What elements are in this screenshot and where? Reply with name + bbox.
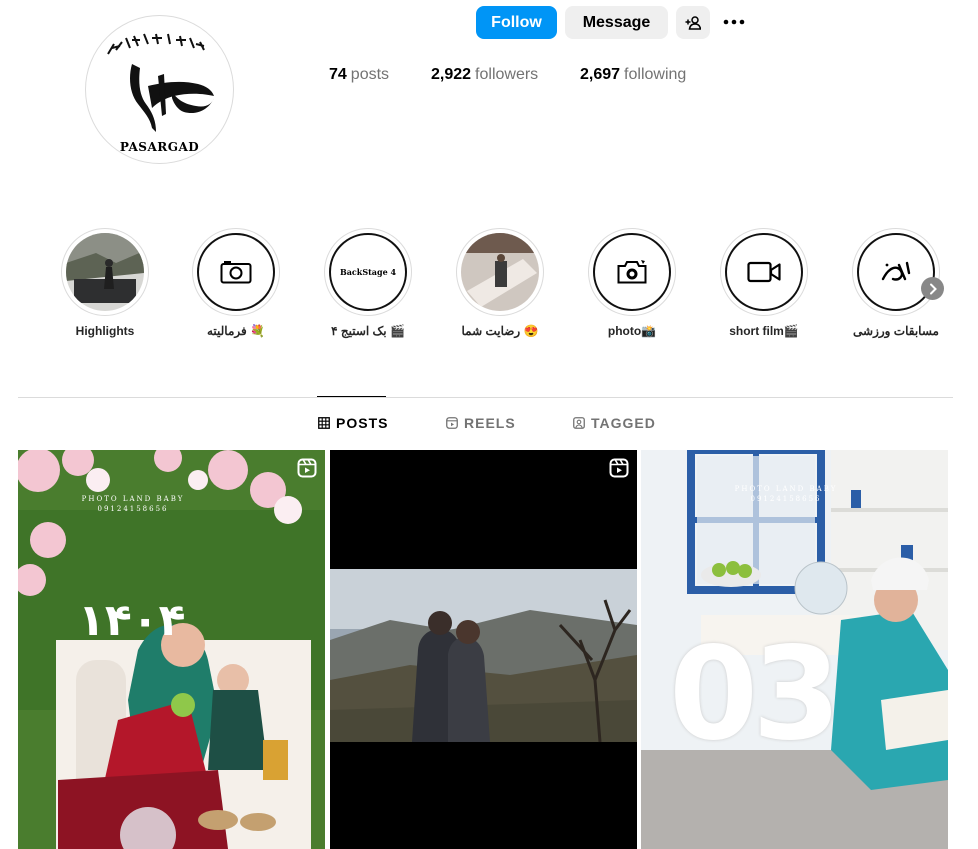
posts-count: 74 (329, 66, 347, 83)
highlight-icon-circle (197, 233, 275, 311)
chevron-right-icon (929, 283, 937, 294)
calligraphy-logo-icon (881, 261, 911, 281)
watermark-line-1: PHOTO LAND BABY (81, 495, 185, 503)
active-tab-indicator (317, 396, 386, 397)
post-thumbnail[interactable]: PHOTO LAND BABY 09124158656 03 (641, 450, 948, 849)
watermark-line-2: 09124158656 (97, 505, 169, 513)
highlight-label: Highlights (75, 324, 135, 338)
followers-stat[interactable]: 2,922 followers (431, 66, 538, 84)
highlight-item-photo[interactable]: photo📸 (582, 228, 682, 338)
highlight-ring (456, 228, 544, 316)
post-overlay-number: 03 (669, 620, 841, 769)
highlight-item-highlights[interactable]: Highlights (55, 228, 155, 338)
highlight-icon-circle: BackStage 4 (329, 233, 407, 311)
tagged-icon (573, 417, 585, 429)
follow-button[interactable]: Follow (476, 6, 557, 39)
tab-label: TAGGED (591, 415, 656, 431)
add-user-icon (685, 15, 701, 30)
following-count: 2,697 (580, 66, 621, 83)
profile-avatar[interactable]: PASARGAD (85, 15, 234, 164)
highlight-ring (720, 228, 808, 316)
backstage-text: BackStage 4 (339, 267, 397, 277)
watermark-line-2: 09124158656 (750, 495, 822, 503)
highlight-ring (588, 228, 676, 316)
highlight-ring: BackStage 4 (324, 228, 412, 316)
camera-flash-icon (617, 260, 647, 284)
message-button[interactable]: Message (565, 6, 668, 39)
highlight-ring (61, 228, 149, 316)
highlight-thumbnail (461, 233, 539, 311)
highlight-item-backstage[interactable]: BackStage 4 بک استیج ۴ 🎬 (318, 228, 418, 338)
highlight-icon-circle (725, 233, 803, 311)
highlight-ring (192, 228, 280, 316)
options-button[interactable] (721, 12, 747, 32)
reels-icon (446, 417, 458, 429)
watermark-line-1: PHOTO LAND BABY (734, 485, 838, 493)
followers-count: 2,922 (431, 66, 472, 83)
camera-icon (220, 261, 252, 284)
post-image (330, 450, 637, 849)
video-camera-icon (747, 261, 781, 283)
post-watermark: PHOTO LAND BABY 09124158656 (711, 484, 861, 504)
highlight-icon-circle (857, 233, 935, 311)
followers-label: followers (475, 66, 539, 83)
tab-label: POSTS (336, 415, 389, 431)
tabs-divider (18, 397, 953, 398)
highlight-label: بک استیج ۴ 🎬 (331, 324, 405, 338)
post-thumbnail[interactable]: PHOTO LAND BABY 09124158656 ۱۴۰۴ (18, 450, 325, 849)
highlight-label: فرمالیته 💐 (206, 324, 266, 338)
posts-label: posts (350, 66, 390, 83)
highlight-thumbnail (66, 233, 144, 311)
highlights-next-button[interactable] (921, 277, 944, 300)
reel-indicator-icon (609, 458, 629, 478)
tab-tagged[interactable]: TAGGED (573, 414, 656, 432)
post-watermark: PHOTO LAND BABY 09124158656 (58, 494, 208, 514)
suggested-users-button[interactable] (676, 6, 710, 39)
highlight-label: مسابقات ورزشی (853, 324, 939, 338)
post-overlay-number: ۱۴۰۴ (78, 595, 186, 646)
highlight-item-sports[interactable]: مسابقات ورزشی (846, 228, 946, 338)
reel-indicator-icon (297, 458, 317, 478)
highlight-ring (852, 228, 940, 316)
tab-posts[interactable]: POSTS (318, 414, 388, 432)
following-label: following (624, 66, 687, 83)
tab-label: REELS (464, 415, 516, 431)
more-options-icon (723, 19, 745, 25)
highlight-icon-circle (593, 233, 671, 311)
following-stat[interactable]: 2,697 following (580, 66, 686, 84)
grid-icon (318, 417, 330, 429)
avatar-brand-text: PASARGAD (119, 140, 200, 154)
highlight-label: short film🎬 (729, 324, 799, 338)
highlight-item-formality[interactable]: فرمالیته 💐 (186, 228, 286, 338)
posts-count-stat: 74 posts (329, 66, 389, 84)
post-thumbnail[interactable] (330, 450, 637, 849)
tab-reels[interactable]: REELS (446, 414, 516, 432)
highlight-item-satisfaction[interactable]: رضایت شما 😍 (450, 228, 550, 338)
highlight-label: رضایت شما 😍 (461, 324, 539, 338)
highlight-label: photo📸 (607, 324, 657, 338)
highlight-item-short-film[interactable]: short film🎬 (714, 228, 814, 338)
